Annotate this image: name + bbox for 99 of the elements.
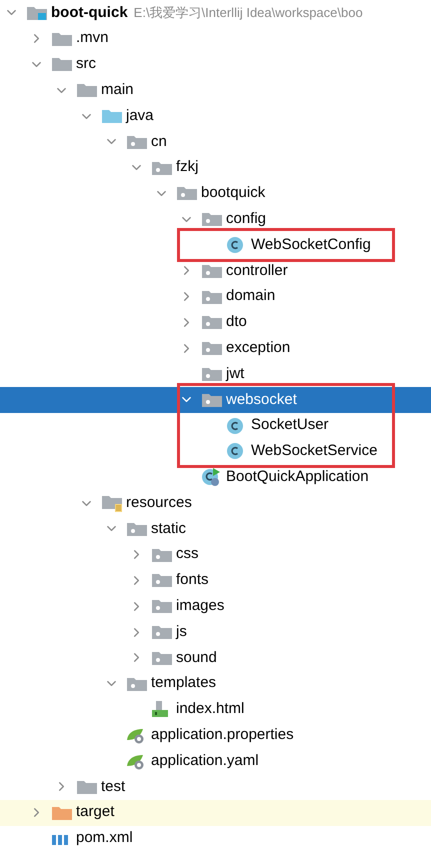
- spring-config-icon: [126, 726, 146, 744]
- tree-row[interactable]: application.yaml: [0, 748, 431, 774]
- node-label: java: [126, 106, 154, 126]
- folder-icon: [51, 30, 73, 47]
- html-file-icon: [151, 700, 169, 718]
- package-folder-icon: [201, 340, 223, 356]
- node-label: domain: [226, 286, 276, 306]
- node-label: resources: [126, 492, 192, 513]
- project-path: E:\我爱学习\Interllij Idea\workspace\boo: [134, 4, 363, 22]
- node-label: images: [176, 596, 224, 616]
- package-folder-icon: [151, 546, 173, 563]
- node-label: sound: [176, 648, 217, 668]
- node-label: pom.xml: [76, 828, 133, 848]
- node-label: config: [226, 209, 266, 230]
- tree-row[interactable]: application.properties: [0, 722, 431, 748]
- node-label: bootquick: [201, 183, 266, 204]
- node-label: fonts: [176, 570, 209, 590]
- node-label: application.properties: [151, 724, 294, 745]
- node-label: websocket: [226, 390, 297, 410]
- class-icon: [226, 442, 244, 460]
- tree-row[interactable]: src: [0, 52, 431, 78]
- tree-row[interactable]: domain: [0, 284, 431, 310]
- node-label: cn: [151, 132, 167, 152]
- node-label: boot-quick: [51, 2, 128, 23]
- tree-row[interactable]: index.html: [0, 696, 431, 722]
- tree-row[interactable]: fzkj: [0, 154, 431, 181]
- tree-row[interactable]: static: [0, 516, 431, 542]
- node-label: exception: [226, 338, 290, 358]
- tree-row[interactable]: boot-quick E:\我爱学习\Interllij Idea\workspace\boo: [0, 0, 431, 26]
- folder-icon: [51, 804, 73, 821]
- node-label: index.html: [176, 699, 244, 720]
- class-icon: [226, 236, 244, 254]
- tree-row[interactable]: fonts: [0, 568, 431, 594]
- tree-row[interactable]: cn: [0, 128, 431, 155]
- folder-icon: [51, 56, 73, 72]
- resources-folder-icon: [101, 494, 123, 512]
- package-folder-icon: [201, 314, 223, 330]
- tree-row[interactable]: main: [0, 77, 431, 104]
- tree-row[interactable]: images: [0, 593, 431, 620]
- tree-row[interactable]: java: [0, 103, 431, 129]
- tree-row[interactable]: controller: [0, 258, 431, 284]
- node-label: static: [151, 518, 186, 539]
- node-label: BootQuickApplication: [226, 466, 369, 487]
- tree-row[interactable]: WebSocketService: [0, 438, 431, 464]
- package-folder-icon: [151, 598, 173, 614]
- tree-row[interactable]: pom.xml: [0, 826, 431, 852]
- node-label: test: [101, 776, 126, 797]
- node-label: src: [76, 54, 96, 74]
- node-label: .mvn: [76, 28, 109, 48]
- tree-row[interactable]: templates: [0, 670, 431, 697]
- tree-row[interactable]: test: [0, 774, 431, 800]
- node-label: application.yaml: [151, 750, 259, 771]
- tree-row[interactable]: css: [0, 542, 431, 568]
- package-folder-icon: [126, 676, 148, 692]
- tree-row[interactable]: .mvn: [0, 26, 431, 52]
- spring-boot-class-icon: [201, 467, 221, 488]
- package-folder-icon: [201, 211, 223, 228]
- tree-row[interactable]: js: [0, 619, 431, 645]
- tree-row[interactable]: config: [0, 206, 431, 232]
- package-folder-icon: [201, 392, 223, 408]
- folder-icon: [101, 108, 123, 124]
- node-label: target: [76, 802, 114, 822]
- module-folder-icon: [26, 4, 48, 21]
- package-folder-icon: [126, 520, 148, 537]
- tree-row[interactable]: WebSocketConfig: [0, 232, 431, 258]
- package-folder-icon: [201, 262, 223, 279]
- node-label: controller: [226, 260, 288, 281]
- spring-config-icon: [126, 752, 146, 770]
- package-folder-icon: [201, 366, 223, 382]
- package-folder-icon: [126, 134, 148, 150]
- class-icon: [226, 416, 244, 435]
- package-folder-icon: [151, 650, 173, 666]
- tree-row[interactable]: jwt: [0, 361, 431, 387]
- node-label: WebSocketService: [251, 441, 378, 462]
- node-label: js: [176, 622, 187, 642]
- package-folder-icon: [176, 185, 198, 202]
- tree-row[interactable]: dto: [0, 310, 431, 336]
- tree-row[interactable]: sound: [0, 644, 431, 671]
- package-folder-icon: [201, 288, 223, 305]
- node-label: css: [176, 544, 198, 564]
- tree-row[interactable]: SocketUser: [0, 412, 431, 439]
- tree-row[interactable]: resources: [0, 490, 431, 516]
- package-folder-icon: [151, 624, 173, 640]
- tree-row[interactable]: bootquick: [0, 180, 431, 206]
- node-label: SocketUser: [251, 415, 329, 436]
- node-label: jwt: [226, 364, 244, 384]
- tree-row[interactable]: target: [0, 800, 431, 826]
- package-folder-icon: [151, 160, 173, 176]
- package-folder-icon: [151, 572, 173, 588]
- node-label: templates: [151, 673, 216, 694]
- tree-row[interactable]: BootQuickApplication: [0, 464, 431, 490]
- folder-icon: [76, 82, 98, 98]
- node-label: dto: [226, 312, 247, 332]
- tree-row[interactable]: exception: [0, 335, 431, 362]
- node-label: WebSocketConfig: [251, 234, 371, 255]
- node-label: fzkj: [176, 157, 198, 178]
- folder-icon: [76, 778, 98, 795]
- tree-row[interactable]: websocket: [0, 386, 431, 413]
- node-label: main: [101, 80, 134, 100]
